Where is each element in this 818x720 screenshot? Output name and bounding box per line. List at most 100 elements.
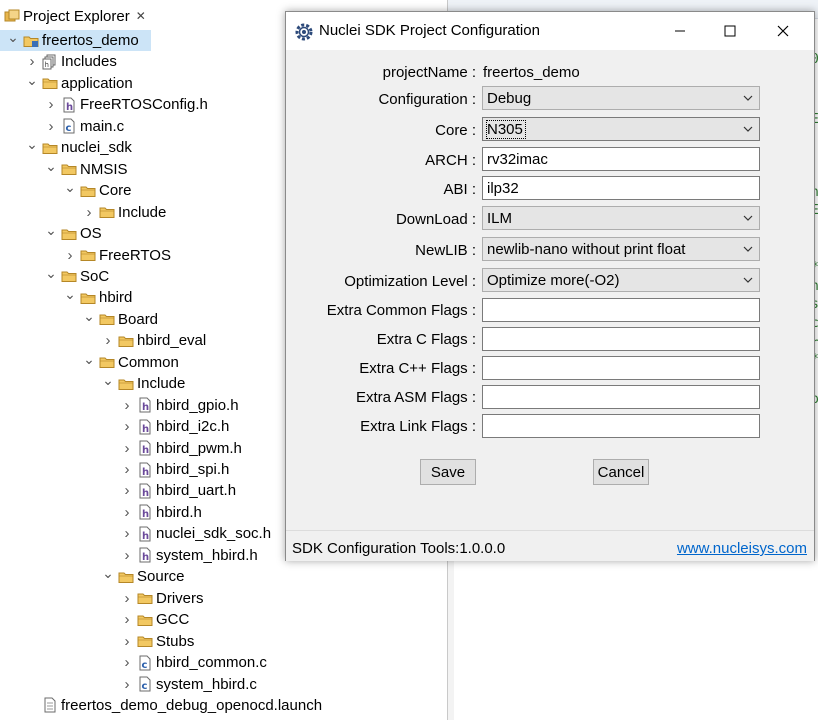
tree-item[interactable]: › Drivers (0, 588, 204, 609)
tree-item[interactable]: › h hbird_uart.h (0, 480, 237, 501)
chevron-right-icon[interactable]: › (44, 96, 58, 113)
optimization-select[interactable]: Optimize more(-O2) (482, 268, 760, 292)
arch-label: ARCH : (425, 152, 476, 169)
chevron-down-icon[interactable]: ⌄ (101, 565, 115, 581)
chevron-right-icon[interactable]: › (82, 204, 96, 221)
chevron-right-icon[interactable]: › (120, 504, 134, 521)
tree-item[interactable]: ⌄ SoC (0, 265, 110, 287)
tree-item[interactable]: › c system_hbird.c (0, 674, 257, 695)
folder-icon (118, 333, 134, 349)
arch-input[interactable] (482, 147, 760, 171)
chevron-right-icon[interactable]: › (120, 590, 134, 607)
configuration-value: Debug (487, 90, 532, 107)
header-file-icon: h (137, 547, 153, 563)
svg-text:h: h (142, 488, 149, 499)
chevron-down-icon[interactable]: ⌄ (44, 158, 58, 174)
chevron-right-icon[interactable]: › (120, 440, 134, 457)
tree-item[interactable]: ⌄ application (0, 72, 133, 94)
tree-item[interactable]: › hbird_eval (0, 330, 207, 351)
chevron-down-icon[interactable]: ⌄ (63, 286, 77, 302)
chevron-right-icon[interactable]: › (101, 332, 115, 349)
chevron-right-icon[interactable]: › (120, 461, 134, 478)
chevron-down-icon[interactable]: ⌄ (101, 372, 115, 388)
tree-item[interactable]: › FreeRTOS (0, 245, 171, 266)
project-explorer-tab[interactable]: Project Explorer ✕ (4, 6, 146, 26)
core-select[interactable]: N305 (482, 117, 760, 141)
tree-item[interactable]: ⌄ Common (0, 351, 179, 373)
chevron-down-icon[interactable]: ⌄ (44, 222, 58, 238)
cpp-flags-label: Extra C++ Flags : (359, 360, 476, 377)
abi-label: ABI : (443, 181, 476, 198)
tree-item[interactable]: › Stubs (0, 631, 195, 652)
chevron-right-icon[interactable]: › (120, 418, 134, 435)
newlib-select[interactable]: newlib-nano without print float (482, 237, 760, 261)
cpp-flags-input[interactable] (482, 356, 760, 380)
tree-item-label: system_hbird.c (156, 675, 257, 693)
save-button[interactable]: Save (420, 459, 476, 485)
maximize-icon (724, 25, 736, 37)
link-flags-input[interactable] (482, 414, 760, 438)
dialog-title-bar[interactable]: Nuclei SDK Project Configuration (286, 12, 814, 50)
tree-item[interactable]: › h hbird.h (0, 502, 202, 523)
tree-item[interactable]: ⌄ Include (0, 372, 185, 394)
tree-item[interactable]: › c main.c (0, 116, 125, 137)
tree-item[interactable]: › h system_hbird.h (0, 545, 258, 566)
chevron-down-icon[interactable]: ⌄ (6, 29, 20, 45)
tree-item[interactable]: ⌄ NMSIS (0, 158, 127, 180)
asm-flags-input[interactable] (482, 385, 760, 409)
chevron-down-icon[interactable]: ⌄ (25, 72, 39, 88)
tree-item[interactable]: › h hbird_pwm.h (0, 438, 242, 459)
tree-item[interactable]: freertos_demo_debug_openocd.launch (0, 695, 322, 716)
chevron-right-icon[interactable]: › (120, 482, 134, 499)
tree-item[interactable]: ⌄ freertos_demo (0, 29, 151, 51)
svg-text:h: h (142, 445, 149, 456)
header-file-icon: h (137, 397, 153, 413)
chevron-right-icon[interactable]: › (120, 676, 134, 693)
chevron-right-icon[interactable]: › (120, 611, 134, 628)
tree-item[interactable]: › h Includes (0, 51, 117, 72)
optimization-value: Optimize more(-O2) (487, 272, 620, 289)
cancel-button[interactable]: Cancel (593, 459, 649, 485)
tree-item[interactable]: › GCC (0, 609, 190, 630)
chevron-right-icon[interactable]: › (25, 53, 39, 70)
tree-item[interactable]: ⌄ Source (0, 565, 184, 587)
configuration-select[interactable]: Debug (482, 86, 760, 110)
tree-item[interactable]: ⌄ Core (0, 179, 131, 201)
chevron-right-icon[interactable]: › (120, 547, 134, 564)
chevron-right-icon[interactable]: › (120, 525, 134, 542)
tree-item-label: FreeRTOSConfig.h (80, 96, 208, 114)
chevron-right-icon[interactable]: › (120, 654, 134, 671)
chevron-right-icon[interactable]: › (120, 397, 134, 414)
chevron-down-icon[interactable]: ⌄ (82, 351, 96, 367)
tree-item[interactable]: › h FreeRTOSConfig.h (0, 94, 208, 115)
tree-item[interactable]: ⌄ hbird (0, 286, 132, 308)
tree-item-label: SoC (80, 267, 110, 285)
tree-item[interactable]: › h hbird_i2c.h (0, 416, 230, 437)
chevron-down-icon[interactable]: ⌄ (63, 179, 77, 195)
chevron-right-icon[interactable]: › (63, 247, 77, 264)
chevron-right-icon[interactable]: › (120, 633, 134, 650)
close-view-icon[interactable]: ✕ (136, 9, 146, 23)
close-button[interactable] (760, 12, 806, 50)
download-select[interactable]: ILM (482, 206, 760, 230)
tree-item[interactable]: › h nuclei_sdk_soc.h (0, 523, 272, 544)
tree-item[interactable]: › h hbird_gpio.h (0, 395, 239, 416)
tree-item[interactable]: ⌄ nuclei_sdk (0, 136, 132, 158)
maximize-button[interactable] (707, 12, 753, 50)
tree-item[interactable]: › Include (0, 202, 167, 223)
chevron-down-icon[interactable]: ⌄ (44, 265, 58, 281)
minimize-button[interactable] (657, 12, 703, 50)
c-flags-input[interactable] (482, 327, 760, 351)
chevron-right-icon[interactable]: › (44, 118, 58, 135)
tree-item-label: main.c (80, 117, 125, 135)
tree-item[interactable]: › h hbird_spi.h (0, 459, 230, 480)
tree-item[interactable]: ⌄ OS (0, 222, 102, 244)
abi-input[interactable] (482, 176, 760, 200)
chevron-down-icon[interactable]: ⌄ (82, 308, 96, 324)
common-flags-input[interactable] (482, 298, 760, 322)
project-folder-icon (23, 33, 39, 49)
tree-item[interactable]: ⌄ Board (0, 308, 158, 330)
tree-item[interactable]: › c hbird_common.c (0, 652, 267, 673)
chevron-down-icon[interactable]: ⌄ (25, 136, 39, 152)
website-link[interactable]: www.nucleisys.com (677, 540, 807, 557)
